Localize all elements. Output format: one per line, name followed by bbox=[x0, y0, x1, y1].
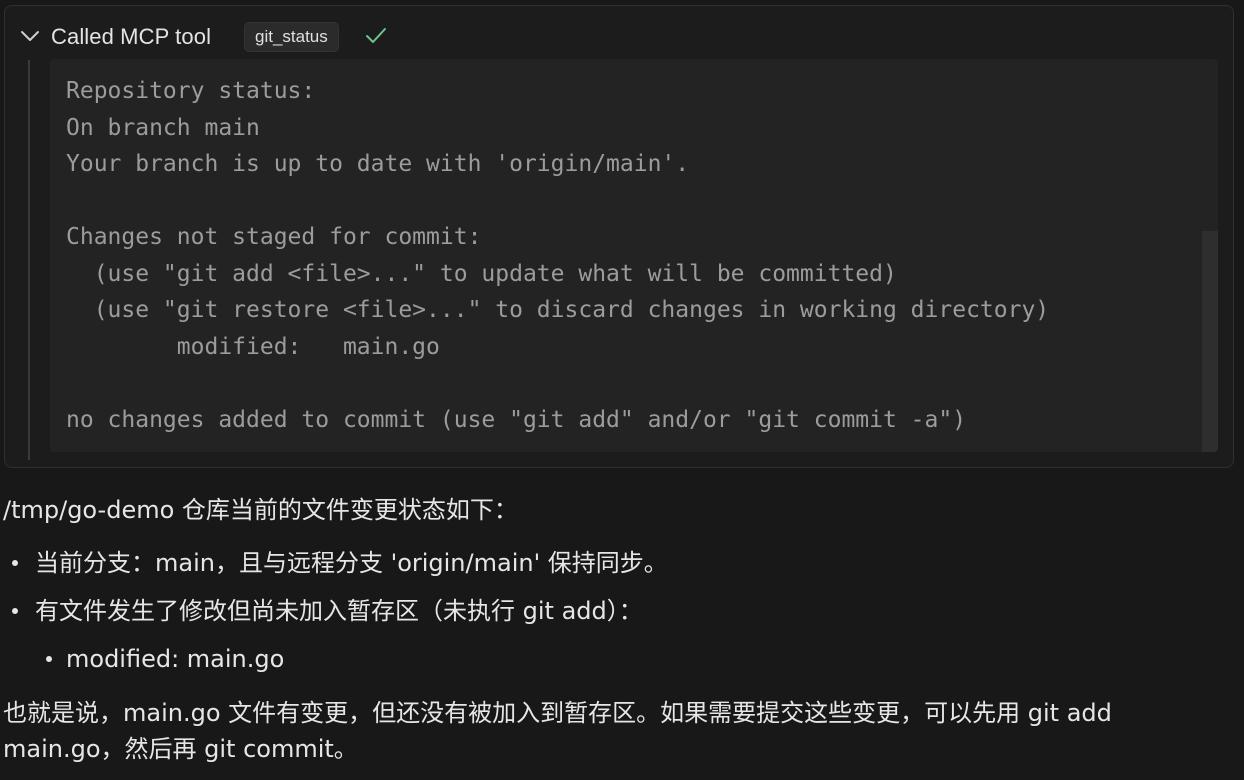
list-item: 有文件发生了修改但尚未加入暂存区（未执行 git add）： bbox=[3, 595, 1239, 627]
output-line: no changes added to commit (use "git add… bbox=[66, 406, 967, 433]
mcp-tool-call-card: Called MCP tool git_status Repository st… bbox=[4, 5, 1234, 468]
output-line: Repository status: bbox=[66, 78, 316, 104]
response-conclusion: 也就是说，main.go 文件有变更，但还没有被加入到暂存区。如果需要提交这些变… bbox=[3, 699, 1112, 763]
status-bullet-list: 当前分支：main，且与远程分支 'origin/main' 保持同步。 有文件… bbox=[3, 547, 1239, 675]
sub-list-item: modified: main.go bbox=[3, 643, 1239, 675]
assistant-response: /tmp/go-demo 仓库当前的文件变更状态如下： 当前分支：main，且与… bbox=[3, 494, 1239, 767]
bullet-dot bbox=[46, 656, 52, 662]
tool-output-text: Repository status: On branch main Your b… bbox=[66, 73, 1049, 438]
chevron-down-icon[interactable] bbox=[20, 28, 40, 44]
tool-call-header[interactable]: Called MCP tool git_status bbox=[5, 6, 1233, 66]
list-item-text: 有文件发生了修改但尚未加入暂存区（未执行 git add）： bbox=[35, 597, 643, 625]
tool-name-badge: git_status bbox=[244, 22, 339, 52]
checkmark-icon bbox=[366, 28, 386, 43]
output-line: modified: main.go bbox=[66, 333, 440, 360]
list-item-text: 当前分支：main，且与远程分支 'origin/main' 保持同步。 bbox=[35, 549, 668, 577]
output-line: (use "git restore <file>..." to discard … bbox=[66, 297, 1050, 323]
output-line: (use "git add <file>..." to update what … bbox=[66, 260, 897, 287]
output-indent-rail bbox=[28, 60, 30, 460]
bullet-dot bbox=[12, 560, 18, 566]
tool-output-panel: Repository status: On branch main Your b… bbox=[50, 59, 1218, 452]
output-line: On branch main bbox=[66, 114, 260, 141]
sub-list-item-text: modified: main.go bbox=[66, 645, 285, 673]
list-item: 当前分支：main，且与远程分支 'origin/main' 保持同步。 bbox=[3, 547, 1239, 579]
output-line: Changes not staged for commit: bbox=[66, 224, 482, 250]
output-line: Your branch is up to date with 'origin/m… bbox=[66, 151, 690, 177]
response-intro: /tmp/go-demo 仓库当前的文件变更状态如下： bbox=[3, 496, 518, 524]
tool-call-title: Called MCP tool bbox=[51, 24, 212, 49]
output-scrollbar[interactable] bbox=[1202, 231, 1218, 452]
bullet-dot bbox=[12, 608, 18, 614]
